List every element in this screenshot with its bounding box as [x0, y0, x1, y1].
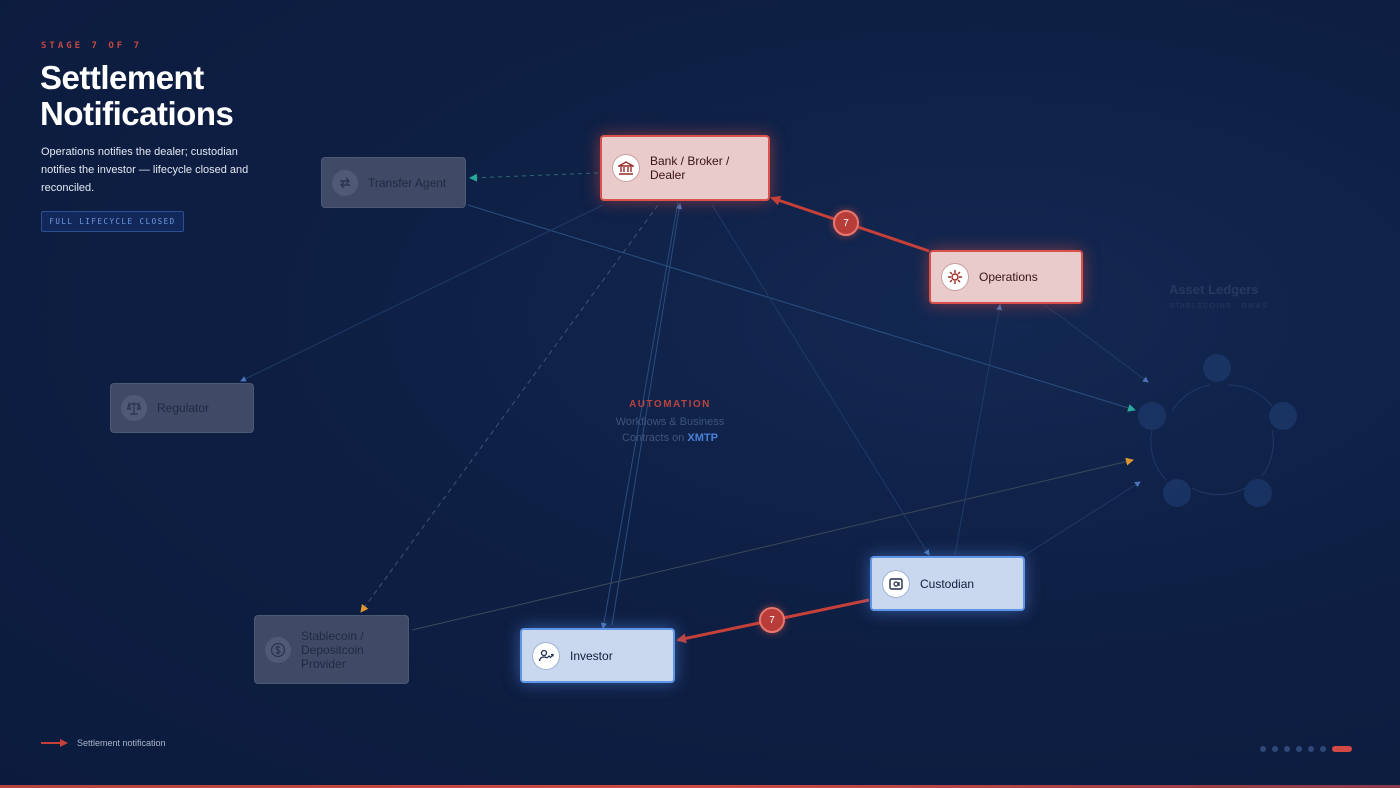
node-label: Investor: [570, 648, 613, 663]
legend: Settlement notification: [41, 738, 166, 748]
automation-line2-prefix: Contracts on: [622, 432, 688, 444]
stage-pager: [1260, 746, 1352, 752]
node-label: Regulator: [157, 401, 210, 415]
node-operations[interactable]: Operations: [929, 250, 1083, 304]
edge-bank-to-custodian: [711, 204, 930, 556]
gear-icon: [941, 263, 969, 291]
safe-icon: [882, 569, 910, 598]
node-stablecoin-provider[interactable]: Stablecoin / Depositcoin Provider: [254, 615, 409, 684]
edge-bank-to-regulator: [240, 204, 604, 382]
red-arrow-icon: [41, 739, 68, 747]
step-badge-ops-to-bank: 7: [833, 210, 859, 236]
legend-label: Settlement notification: [77, 738, 166, 748]
asset-ledgers-subtitle: STABLECOINS · RWAS: [1169, 301, 1268, 310]
dollar-coin-icon: [265, 636, 291, 663]
node-label: Stablecoin / Depositcoin Provider: [301, 628, 364, 671]
edge-transfer-to-ledgers: [467, 204, 1136, 412]
automation-description: Workflows & Business Contracts on XMTP: [570, 414, 770, 446]
ledger-node: [1269, 402, 1297, 430]
ledger-node: [1138, 402, 1166, 430]
asset-ledger-cluster: [1138, 354, 1297, 507]
asset-ledgers-title: Asset Ledgers: [1169, 282, 1259, 297]
automation-kicker: AUTOMATION: [629, 399, 711, 410]
xmtp-highlight: XMTP: [687, 432, 718, 444]
node-label: Transfer Agent: [368, 175, 447, 190]
ledger-node: [1203, 354, 1231, 382]
automation-caption: AUTOMATION Workflows & Business Contract…: [570, 399, 770, 446]
ledger-node: [1244, 479, 1272, 507]
node-custodian[interactable]: Custodian: [870, 556, 1025, 611]
node-investor[interactable]: Investor: [520, 628, 675, 683]
swap-arrows-icon: [332, 169, 358, 196]
edge-custodian-to-operations: [954, 304, 1003, 556]
pager-dot[interactable]: [1272, 746, 1278, 752]
node-bank-broker-dealer[interactable]: Bank / Broker / Dealer: [600, 135, 770, 201]
node-label: Custodian: [920, 576, 975, 591]
pager-dot[interactable]: [1260, 746, 1266, 752]
edge-bank-to-transfer: [469, 172, 599, 182]
pager-dot[interactable]: [1320, 746, 1326, 752]
pager-dot[interactable]: [1284, 746, 1290, 752]
ledger-node: [1163, 479, 1191, 507]
automation-line2: Contracts on XMTP: [570, 430, 770, 446]
investor-icon: [532, 641, 560, 670]
automation-line1: Workflows & Business: [615, 416, 725, 428]
node-regulator[interactable]: Regulator: [110, 383, 254, 433]
node-transfer-agent[interactable]: Transfer Agent: [321, 157, 466, 208]
node-label: Bank / Broker / Dealer: [650, 154, 730, 182]
edge-operations-to-ledgers: [1044, 304, 1149, 383]
scales-icon: [121, 395, 147, 421]
node-label: Operations: [979, 270, 1038, 284]
pager-dot[interactable]: [1296, 746, 1302, 752]
pager-dot-active[interactable]: [1332, 746, 1352, 752]
edge-custodian-to-ledgers: [1024, 481, 1141, 556]
bank-icon: [612, 154, 640, 182]
step-badge-custodian-to-investor: 7: [759, 607, 785, 633]
pager-dot[interactable]: [1308, 746, 1314, 752]
